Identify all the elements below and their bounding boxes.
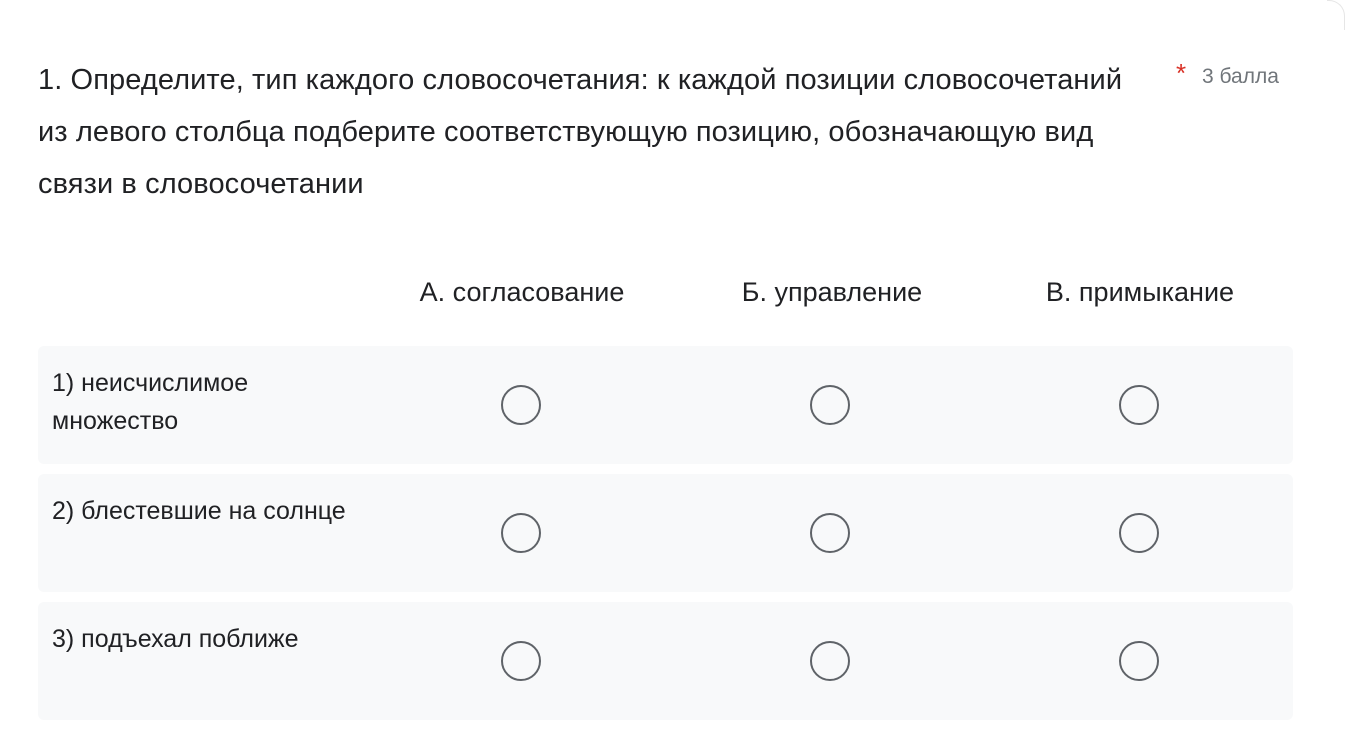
row-label: 3) подъехал поближе <box>52 625 299 653</box>
radio-row3-option-c[interactable] <box>1119 641 1159 681</box>
card-border <box>1327 0 1345 30</box>
radio-row2-option-a[interactable] <box>501 513 541 553</box>
radio-row3-option-b[interactable] <box>810 641 850 681</box>
points-label: 3 балла <box>1202 65 1279 88</box>
radio-row1-option-b[interactable] <box>810 385 850 425</box>
grid-row-3: 3) подъехал поближе <box>38 602 1293 720</box>
column-header-c: В. примыкание <box>1045 277 1235 307</box>
radio-row1-option-a[interactable] <box>501 385 541 425</box>
grid-row-2: 2) блестевшие на солнце <box>38 474 1293 592</box>
row-label: 1) неисчислимое множество <box>52 369 249 435</box>
column-header-a: А. согласование <box>419 277 625 307</box>
question-title: 1. Определите, тип каждого словосочетани… <box>38 64 1123 200</box>
radio-row1-option-c[interactable] <box>1119 385 1159 425</box>
row-label: 2) блестевшие на солнце <box>52 497 346 525</box>
radio-row2-option-b[interactable] <box>810 513 850 553</box>
radio-row3-option-a[interactable] <box>501 641 541 681</box>
required-asterisk: * <box>1176 58 1187 88</box>
grid-row-1: 1) неисчислимое множество <box>38 346 1293 464</box>
column-header-b: Б. управление <box>741 277 923 307</box>
question-card: 1. Определите, тип каждого словосочетани… <box>0 0 1345 750</box>
radio-row2-option-c[interactable] <box>1119 513 1159 553</box>
